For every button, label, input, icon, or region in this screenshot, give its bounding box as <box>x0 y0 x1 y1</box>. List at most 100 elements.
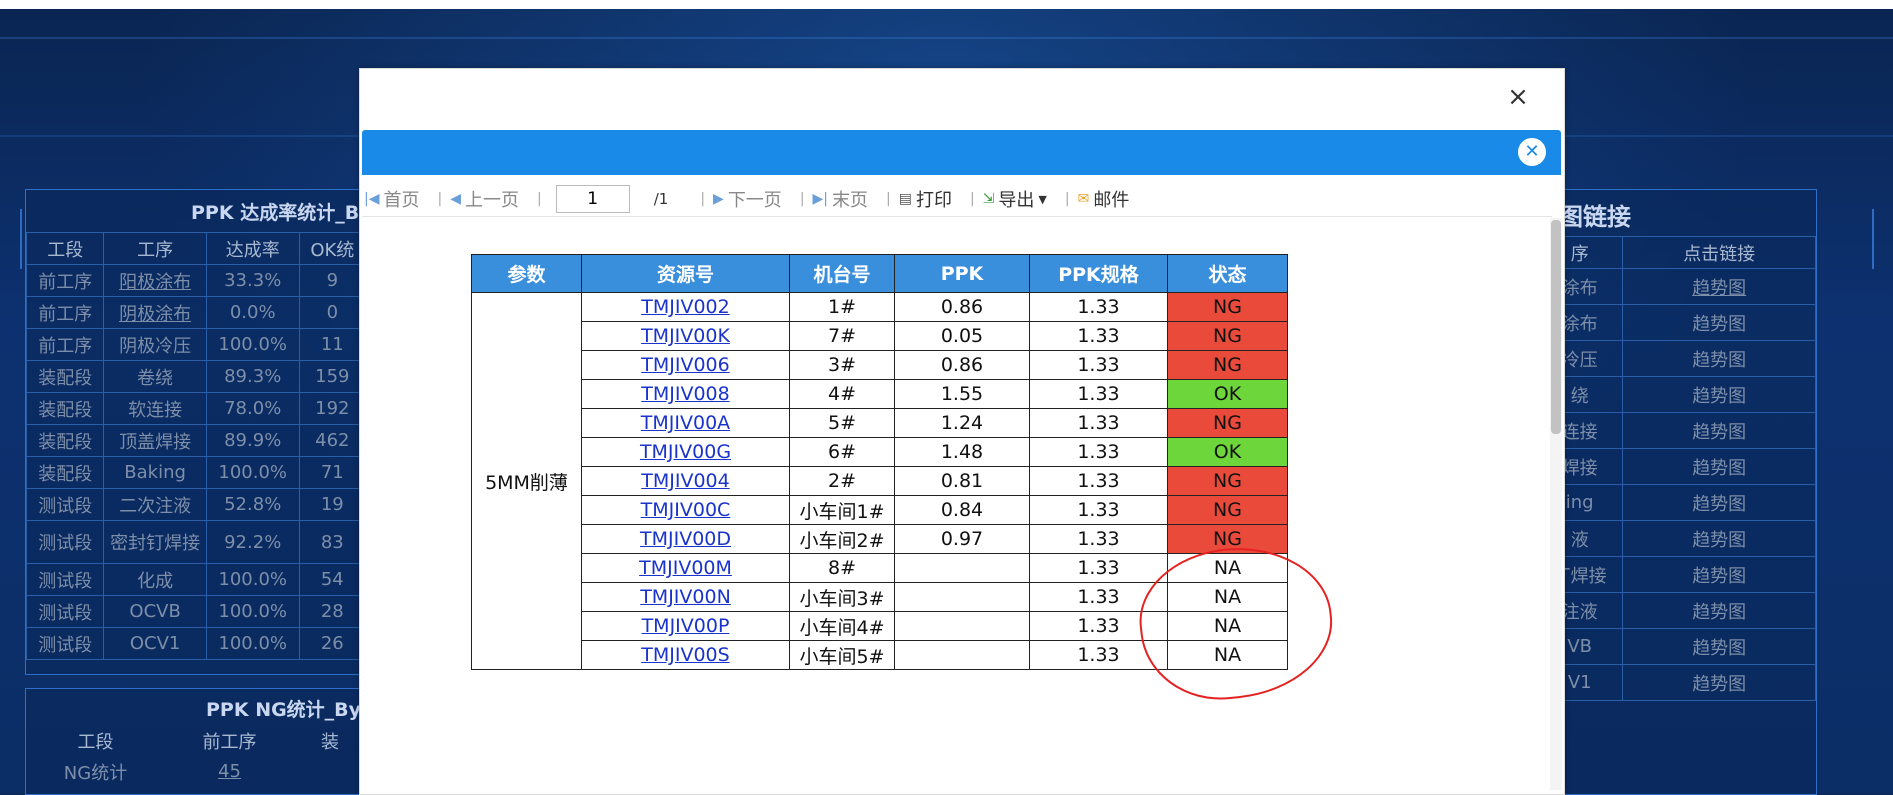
right-table-row: 绕趋势图 <box>1535 376 1816 413</box>
left-table-cell: 89.9% <box>205 424 300 457</box>
ppk-spec-cell: 1.33 <box>1029 524 1168 554</box>
left-table-cell[interactable]: 阳极涂布 <box>103 264 207 297</box>
left-ng-title: PPK NG统计_By <box>206 699 362 721</box>
ppk-cell: 1.24 <box>894 408 1030 438</box>
bar-close-icon[interactable]: ✕ <box>1518 138 1546 166</box>
left-table-cell[interactable]: Baking <box>103 456 207 489</box>
resource-link[interactable]: TMJIV00G <box>640 441 731 463</box>
resource-link[interactable]: TMJIV002 <box>641 296 729 318</box>
report-row: TMJIV00C 小车间1# 0.84 1.33 NG <box>472 495 1288 525</box>
left-table-cell: 54 <box>298 563 367 596</box>
dropdown-caret-icon: ▼ <box>1038 192 1047 206</box>
ng-cell[interactable]: 45 <box>165 756 294 787</box>
trend-chart-link[interactable]: 趋势图 <box>1622 556 1816 593</box>
left-table-cell[interactable]: 密封钉焊接 <box>103 520 207 564</box>
resource-link[interactable]: TMJIV00P <box>642 615 730 637</box>
trend-chart-link[interactable]: 趋势图 <box>1622 376 1816 413</box>
left-table-cell[interactable]: OCVB <box>103 595 207 628</box>
left-table-row: 测试段 OCVB 100.0% 28 <box>25 595 367 628</box>
left-table-row: 装配段 顶盖焊接 89.9% 462 <box>25 424 367 457</box>
report-header-row: 参数 资源号 机台号 PPK PPK规格 状态 <box>471 254 1288 293</box>
resource-cell: TMJIV008 <box>581 379 790 409</box>
trend-chart-link[interactable]: 趋势图 <box>1622 304 1816 341</box>
resource-cell: TMJIV00M <box>581 553 790 583</box>
left-table-row: 测试段 密封钉焊接 92.2% 83 <box>25 520 367 564</box>
left-table-cell[interactable]: 阴极冷压 <box>103 328 207 361</box>
left-header-cell: 工序 <box>103 232 207 265</box>
left-table-cell[interactable]: OCV1 <box>103 627 207 660</box>
param-cell: 5MM削薄 <box>471 292 582 670</box>
resource-link[interactable]: TMJIV00N <box>640 586 731 608</box>
last-page-button[interactable]: ▶| 末页 <box>813 186 868 212</box>
export-button[interactable]: ⇲ 导出 ▼ <box>983 186 1047 212</box>
ng-cell: NG统计 <box>63 762 128 784</box>
left-table-row: 测试段 二次注液 52.8% 19 <box>25 488 367 521</box>
first-page-icon: |◀ <box>364 191 380 207</box>
left-table-cell: 前工序 <box>25 264 105 297</box>
left-table-cell: 19 <box>298 488 367 521</box>
left-table-cell: 测试段 <box>25 488 105 521</box>
resource-link[interactable]: TMJIV00C <box>641 499 731 521</box>
ppk-cell: 0.05 <box>894 321 1030 351</box>
trend-chart-link[interactable]: 趋势图 <box>1622 520 1816 557</box>
right-table-row: 连接 趋势图 <box>1535 412 1816 449</box>
left-table-row: 前工序 阴极涂布 0.0% 0 <box>25 296 367 329</box>
next-page-button[interactable]: ▶ 下一页 <box>713 186 782 212</box>
resource-link[interactable]: TMJIV00M <box>639 557 732 579</box>
trend-chart-link[interactable]: 趋势图 <box>1622 664 1816 701</box>
trend-chart-link[interactable]: 趋势图 <box>1622 412 1816 449</box>
machine-cell: 小车间1# <box>789 495 895 525</box>
prev-page-button[interactable]: ◀ 上一页 <box>450 186 519 212</box>
trend-chart-link[interactable]: 趋势图 <box>1622 340 1816 377</box>
left-table-cell[interactable]: 顶盖焊接 <box>103 424 207 457</box>
ppk-spec-cell: 1.33 <box>1029 321 1168 351</box>
left-ng-table: 工段 前工序 装 NG统计 45 <box>26 725 366 787</box>
resource-link[interactable]: TMJIV00D <box>640 528 731 550</box>
left-table-cell[interactable]: 卷绕 <box>103 360 207 393</box>
trend-chart-link[interactable]: 趋势图 <box>1622 484 1816 521</box>
right-table-row: 涂布 趋势图 <box>1535 268 1816 305</box>
resource-link[interactable]: TMJIV008 <box>641 383 729 405</box>
left-table-cell[interactable]: 阴极涂布 <box>103 296 207 329</box>
ppk-cell: 1.48 <box>894 437 1030 467</box>
resource-link[interactable]: TMJIV00S <box>641 644 729 666</box>
first-page-button[interactable]: |◀ 首页 <box>364 186 419 212</box>
resource-link[interactable]: TMJIV006 <box>641 354 729 376</box>
dialog-close-button[interactable]: × <box>1504 83 1532 111</box>
machine-header: 机台号 <box>789 254 895 293</box>
ppk-cell: 0.97 <box>894 524 1030 554</box>
ng-header-cell: 工段 <box>77 731 114 753</box>
left-ng-panel: PPK NG统计_By 工段 前工序 装 NG统计 45 <box>25 688 367 795</box>
resource-link[interactable]: TMJIV004 <box>641 470 729 492</box>
resource-link[interactable]: TMJIV00A <box>641 412 730 434</box>
machine-cell: 小车间5# <box>789 640 895 670</box>
left-table-cell[interactable]: 化成 <box>103 563 207 596</box>
mail-button[interactable]: ✉ 邮件 <box>1078 186 1130 212</box>
vertical-scrollbar[interactable] <box>1550 218 1562 790</box>
left-table-cell[interactable]: 二次注液 <box>103 488 207 521</box>
scroll-thumb[interactable] <box>1551 220 1561 434</box>
left-table-cell[interactable]: 软连接 <box>103 392 207 425</box>
mail-icon: ✉ <box>1077 191 1090 207</box>
left-table-cell: 100.0% <box>205 328 300 361</box>
trend-chart-link[interactable]: 趋势图 <box>1622 268 1816 305</box>
ppk-cell: 1.55 <box>894 379 1030 409</box>
right-link-table: 序点击链接 涂布 趋势图 涂布 趋势图 冷压 趋势图绕趋势图 连接 趋势图 焊接 趋势图 ing 趋势图… <box>1535 236 1816 701</box>
ppk-cell: 0.86 <box>894 350 1030 380</box>
ppk-spec-cell: 1.33 <box>1029 379 1168 409</box>
ppk-header: PPK <box>894 254 1030 293</box>
machine-cell: 7# <box>789 321 895 351</box>
print-button[interactable]: ▤ 打印 <box>899 186 952 212</box>
page-number-input[interactable] <box>555 185 630 213</box>
resource-link[interactable]: TMJIV00K <box>641 325 730 347</box>
left-table-cell: 26 <box>298 627 367 660</box>
left-table-cell: 前工序 <box>25 296 105 329</box>
resource-cell: TMJIV00G <box>581 437 790 467</box>
report-row: TMJIV00D 小车间2# 0.97 1.33 NG <box>472 524 1288 554</box>
left-table-cell: 装配段 <box>25 392 105 425</box>
trend-chart-link[interactable]: 趋势图 <box>1622 628 1816 665</box>
trend-chart-link[interactable]: 趋势图 <box>1622 448 1816 485</box>
machine-cell: 小车间3# <box>789 582 895 612</box>
trend-chart-link[interactable]: 趋势图 <box>1622 592 1816 629</box>
resource-cell: TMJIV004 <box>581 466 790 496</box>
